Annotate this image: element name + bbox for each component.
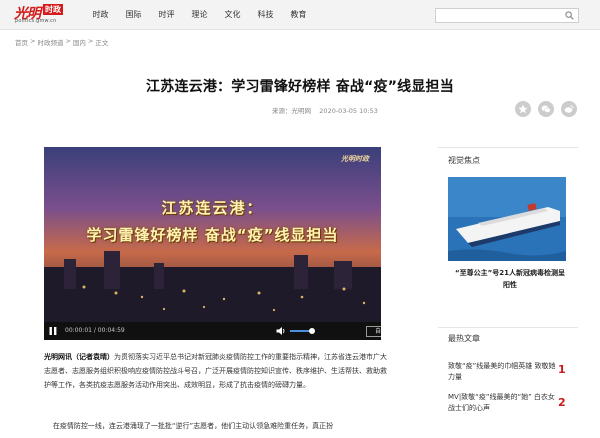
site-logo[interactable]: 光明 时政 politics.gmw.cn (14, 3, 76, 27)
sidebar-divider (438, 327, 578, 328)
article-paragraph-2: 在疫情防控一线，连云港涌现了一批批“逆行”志愿者，他们主动认领急难险重任务，真正… (44, 419, 392, 433)
article-para2: 在疫情防控一线，连云港涌现了一批批“逆行”志愿者，他们主动认领急难险重任务，真正… (52, 422, 334, 430)
breadcrumb-separator: > (65, 37, 71, 45)
search-icon[interactable] (565, 11, 574, 20)
nav-item-commentary[interactable]: 时评 (150, 0, 183, 30)
focus-caption[interactable]: “至尊公主”号21人新冠病毒检测呈阳性 (454, 267, 566, 291)
focus-section-title: 视觉焦点 (448, 156, 480, 165)
video-logo: 光明时政 (341, 155, 369, 163)
star-icon (518, 104, 528, 114)
nav-item-tech[interactable]: 科技 (249, 0, 282, 30)
breadcrumb-current: 正文 (95, 39, 109, 47)
weibo-icon (564, 105, 574, 113)
breadcrumb: 首页 > 时政频道 > 国内 > 正文 (15, 37, 110, 47)
share-weibo-button[interactable] (561, 101, 577, 117)
article-meta: 来源：光明网 2020-03-05 10:53 (272, 105, 378, 115)
nav-item-culture[interactable]: 文化 (216, 0, 249, 30)
pause-icon[interactable] (48, 326, 58, 336)
article-source: 来源：光明网 (272, 107, 311, 115)
hot-article-item[interactable]: 致敬“疫”线最美的巾帼英雄 致敬她力量 (448, 361, 556, 383)
top-navbar: 光明 时政 politics.gmw.cn 时政 国际 时评 理论 文化 科技 … (0, 0, 600, 30)
share-qzone-button[interactable] (515, 101, 531, 117)
hot-article-rank: 1 (558, 363, 566, 376)
sidebar-divider (438, 147, 578, 148)
video-time: 00:00:01 / 00:04:59 (65, 327, 125, 334)
wechat-icon (541, 105, 551, 113)
article-paragraph: 光明网讯（记者袁晴）为贯彻落实习近平总书记对新冠肺炎疫情防控工作的重要指示精神，… (44, 350, 392, 392)
main-nav: 时政 国际 时评 理论 文化 科技 教育 (84, 0, 315, 30)
focus-image-cruise-ship[interactable] (448, 177, 566, 261)
nav-item-education[interactable]: 教育 (282, 0, 315, 30)
video-controls: 00:00:01 / 00:04:59 自动 (44, 322, 381, 340)
breadcrumb-home[interactable]: 首页 (15, 37, 28, 47)
nav-item-international[interactable]: 国际 (117, 0, 150, 30)
breadcrumb-channel[interactable]: 时政频道 (37, 37, 63, 47)
logo-tag: 时政 (43, 4, 63, 15)
breadcrumb-domestic[interactable]: 国内 (73, 37, 86, 47)
search-input[interactable] (438, 10, 562, 21)
article-lead: 光明网讯（记者袁晴） (44, 353, 114, 361)
hot-article-item[interactable]: MV|致敬“疫”线最美的“她” 白衣女战士们的心声 (448, 392, 556, 414)
video-title-line2: 学习雷锋好榜样 奋战“疫”线显担当 (86, 226, 339, 244)
hot-section-title: 最热文章 (448, 334, 480, 343)
nav-item-theory[interactable]: 理论 (183, 0, 216, 30)
breadcrumb-separator: > (87, 37, 94, 45)
hot-article-rank: 2 (558, 396, 566, 409)
page-title: 江苏连云港：学习雷锋好榜样 奋战“疫”线显担当 (146, 79, 454, 95)
article-date: 2020-03-05 10:53 (319, 107, 378, 115)
logo-url: politics.gmw.cn (15, 18, 57, 24)
volume-slider-handle[interactable] (309, 328, 316, 334)
cruise-ship-image (448, 177, 566, 261)
breadcrumb-separator: > (30, 37, 36, 45)
search-box (435, 8, 579, 23)
video-player[interactable]: 光明时政 江苏连云港： 学习雷锋好榜样 奋战“疫”线显担当 00:00:01 /… (44, 147, 381, 340)
share-wechat-button[interactable] (538, 101, 554, 117)
quality-auto-button[interactable]: 自动 (366, 326, 381, 337)
video-title-line1: 江苏连云港： (161, 199, 264, 217)
volume-icon[interactable] (276, 326, 286, 336)
nav-item-politics[interactable]: 时政 (84, 0, 117, 30)
